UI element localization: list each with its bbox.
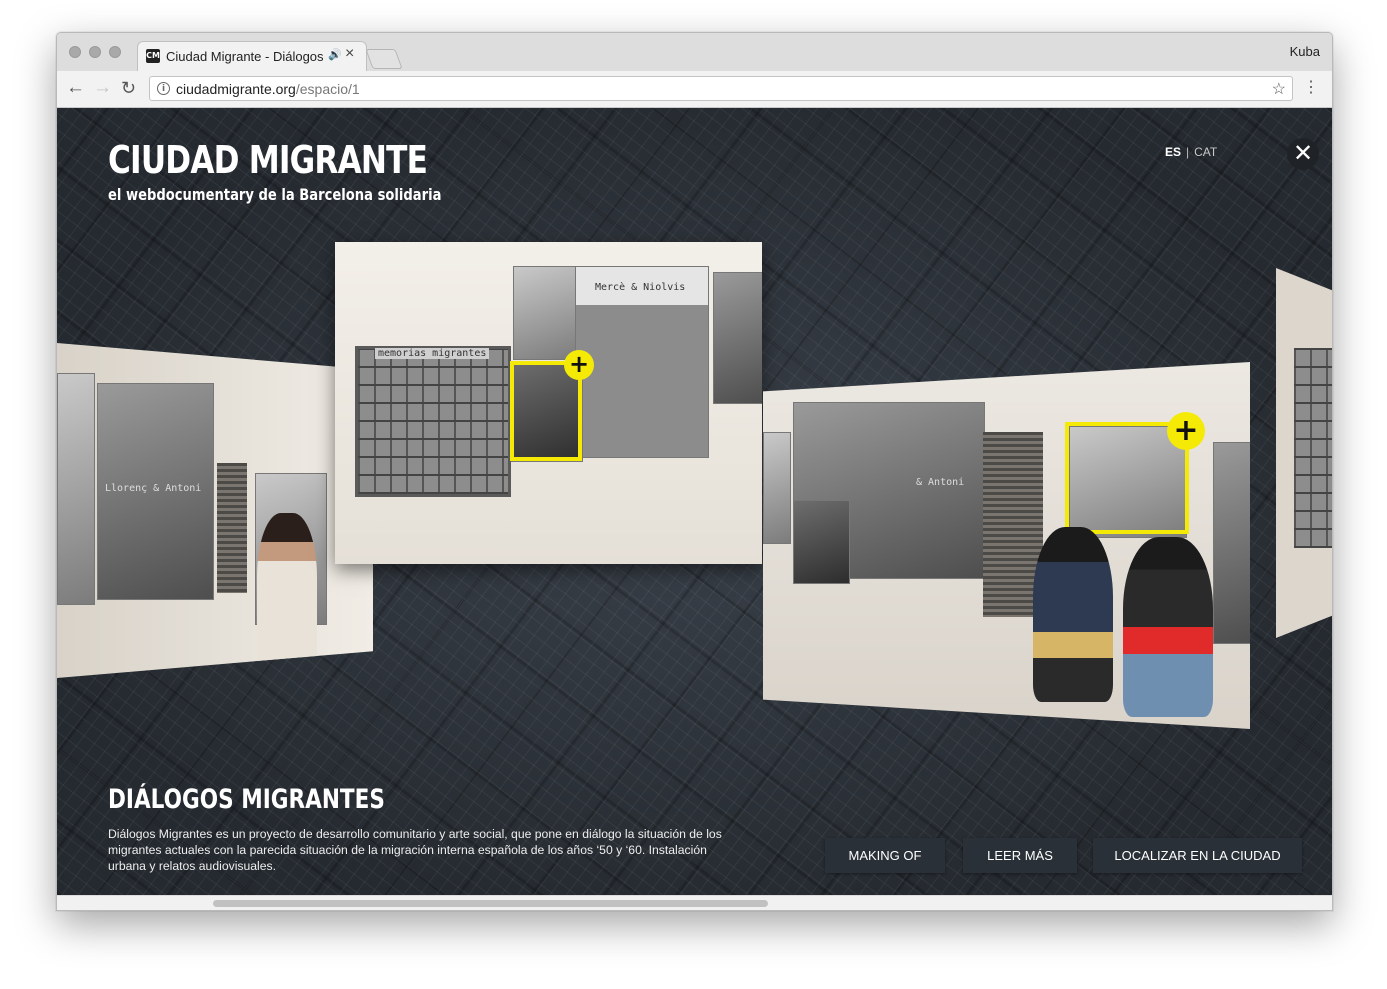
poster-photo xyxy=(513,266,577,360)
info-icon[interactable]: i xyxy=(157,82,170,95)
page-content: Llorenç & Antoni memorias migrantes Merc… xyxy=(57,108,1332,895)
speaker-icon[interactable]: 🔊 xyxy=(328,48,342,61)
lang-separator: | xyxy=(1186,145,1190,159)
localizar-button[interactable]: LOCALIZAR EN LA CIUDAD xyxy=(1093,838,1302,873)
visitor-figure xyxy=(1123,537,1213,717)
leer-mas-button[interactable]: LEER MÁS xyxy=(963,838,1077,873)
address-bar[interactable]: i ciudadmigrante.org/espacio/1 ☆ xyxy=(149,76,1293,101)
site-title[interactable]: CIUDAD MIGRANTE xyxy=(108,138,428,182)
lang-es-link[interactable]: ES xyxy=(1165,145,1181,159)
browser-window: CM Ciudad Migrante - Diálogos 🔊 × Kuba ←… xyxy=(56,32,1333,911)
poster-photo xyxy=(763,432,791,544)
reload-icon[interactable]: ↻ xyxy=(121,76,136,100)
tab-title: Ciudad Migrante - Diálogos xyxy=(166,49,324,64)
site-subtitle: el webdocumentary de la Barcelona solida… xyxy=(108,185,442,204)
poster-photo xyxy=(57,373,95,605)
poster-collage xyxy=(1294,348,1332,548)
plus-icon[interactable]: + xyxy=(564,350,594,380)
horizontal-scrollbar[interactable] xyxy=(57,895,1332,910)
plus-icon[interactable]: + xyxy=(1167,412,1205,450)
url-path: /espacio/1 xyxy=(295,81,360,97)
memorias-collage xyxy=(355,346,511,497)
profile-name[interactable]: Kuba xyxy=(1290,44,1320,59)
wall-vent xyxy=(217,463,247,593)
window-zoom-light[interactable] xyxy=(109,46,121,58)
poster-photo xyxy=(575,266,709,458)
poster-photo xyxy=(1213,442,1250,644)
window-close-light[interactable] xyxy=(69,46,81,58)
gallery-panel-far-right[interactable] xyxy=(1276,268,1332,638)
poster-caption: Llorenç & Antoni xyxy=(105,483,202,494)
poster-photo xyxy=(793,500,850,584)
gallery-panel-center[interactable]: memorias migrantes Mercè & Niolvis + xyxy=(335,242,762,564)
language-switcher: ES | CAT xyxy=(1165,145,1217,159)
url-text[interactable]: ciudadmigrante.org/espacio/1 xyxy=(176,81,360,97)
making-of-button[interactable]: MAKING OF xyxy=(825,838,945,873)
star-icon[interactable]: ☆ xyxy=(1272,79,1286,99)
window-minimize-light[interactable] xyxy=(89,46,101,58)
poster-photo xyxy=(713,272,762,404)
browser-tab[interactable]: CM Ciudad Migrante - Diálogos 🔊 × xyxy=(137,41,367,72)
scrollbar-thumb[interactable] xyxy=(213,900,768,907)
close-icon[interactable]: ✕ xyxy=(1287,138,1319,170)
forward-arrow-icon[interactable]: → xyxy=(93,76,112,100)
gallery-panel-right[interactable]: & Antoni + xyxy=(763,362,1250,729)
visitor-figure xyxy=(257,513,317,673)
kebab-menu-icon[interactable]: ⋮ xyxy=(1303,77,1319,99)
visitor-figure xyxy=(1033,527,1113,702)
poster-caption: Mercè & Niolvis xyxy=(595,282,686,293)
new-tab-button[interactable] xyxy=(365,49,403,69)
lang-cat-link[interactable]: CAT xyxy=(1194,145,1217,159)
collage-caption: memorias migrantes xyxy=(375,348,490,359)
gallery-panel-left[interactable]: Llorenç & Antoni xyxy=(57,343,373,678)
poster-caption: & Antoni xyxy=(916,477,965,488)
browser-toolbar: ← → ↻ i ciudadmigrante.org/espacio/1 ☆ ⋮ xyxy=(57,71,1332,108)
url-host: ciudadmigrante.org xyxy=(176,81,296,97)
favicon-icon: CM xyxy=(146,49,160,63)
tab-close-icon[interactable]: × xyxy=(345,45,354,63)
title-bar: CM Ciudad Migrante - Diálogos 🔊 × Kuba xyxy=(57,33,1332,72)
back-arrow-icon[interactable]: ← xyxy=(66,76,85,100)
section-title: DIÁLOGOS MIGRANTES xyxy=(108,784,385,815)
section-description: Diálogos Migrantes es un proyecto de des… xyxy=(108,827,722,873)
